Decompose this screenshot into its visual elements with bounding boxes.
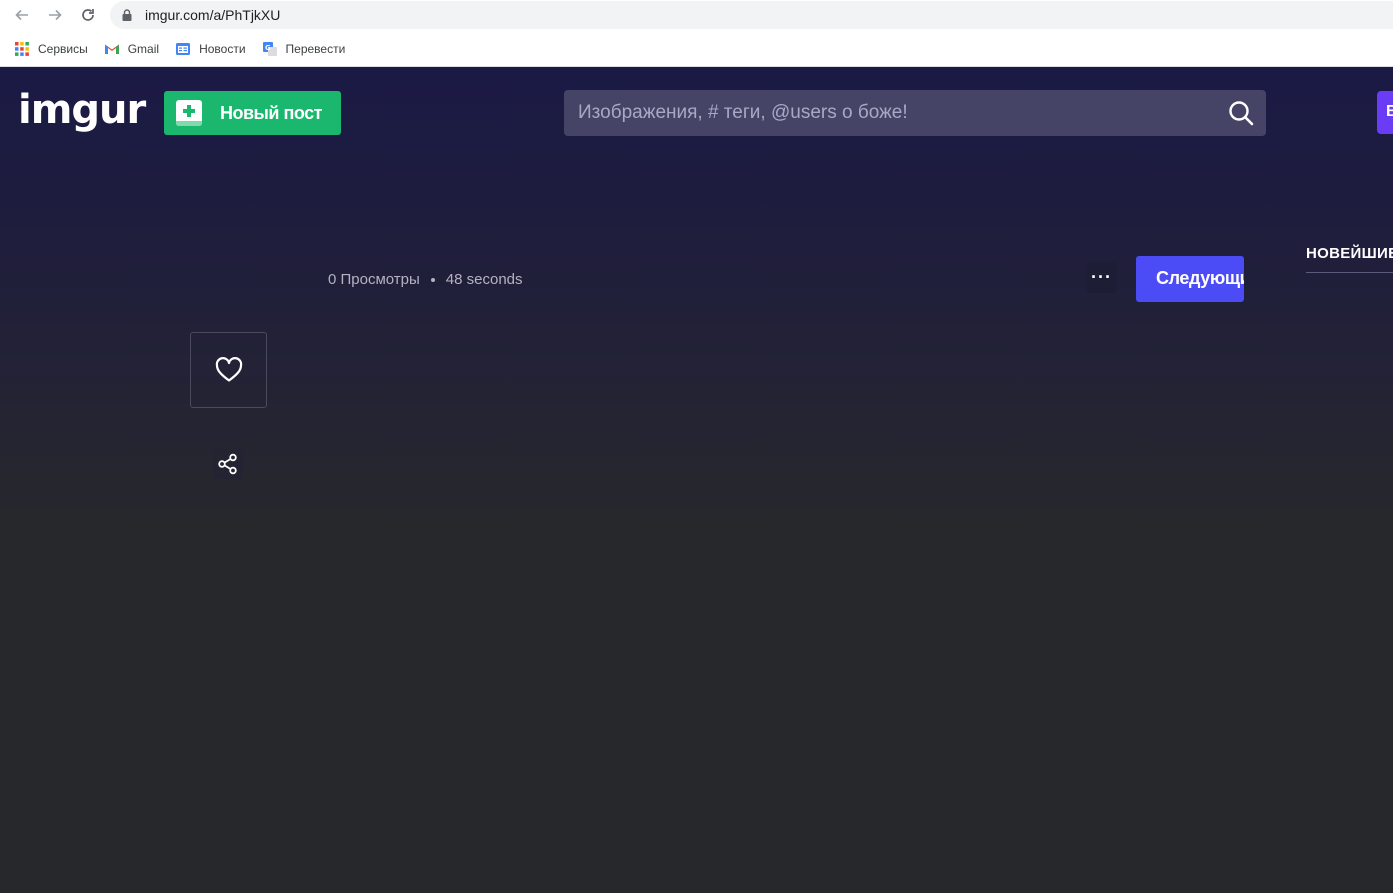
gmail-icon: [104, 41, 120, 57]
forward-arrow-icon[interactable]: [43, 4, 67, 26]
imgur-logo[interactable]: imgur: [18, 90, 146, 130]
favorite-button[interactable]: [190, 332, 267, 408]
reload-icon[interactable]: [76, 4, 100, 26]
post-meta: 0 Просмотры 48 seconds: [328, 271, 523, 288]
bookmark-label: Сервисы: [38, 41, 88, 56]
svg-text:G: G: [265, 44, 271, 52]
search-icon[interactable]: [1228, 100, 1254, 126]
google-translate-icon: G: [262, 41, 278, 57]
new-post-label: Новый пост: [220, 102, 322, 123]
google-news-icon: [175, 41, 191, 57]
next-post-button[interactable]: Следующий: [1136, 256, 1244, 302]
tab-newest[interactable]: НОВЕЙШИЕ: [1306, 245, 1393, 262]
share-button[interactable]: [213, 449, 243, 479]
search-input[interactable]: [564, 90, 1214, 136]
heart-icon: [215, 357, 242, 382]
browser-toolbar: imgur.com/a/PhTjkXU: [0, 0, 1393, 31]
bookmark-label: Gmail: [127, 41, 160, 56]
share-icon: [218, 453, 237, 475]
bookmark-gmail[interactable]: Gmail: [104, 41, 159, 57]
url-text: imgur.com/a/PhTjkXU: [145, 7, 281, 23]
bookmarks-bar: Сервисы Gmail Новости G Перевести: [0, 31, 1393, 67]
search-bar: [564, 90, 1266, 136]
bookmark-translate[interactable]: G Перевести: [262, 41, 346, 57]
lock-icon: [122, 9, 132, 21]
imgur-page: imgur Новый пост В 0 Просмотры 48 second…: [0, 67, 1393, 893]
post-time: 48 seconds: [445, 271, 523, 288]
bookmark-services[interactable]: Сервисы: [14, 41, 88, 57]
address-bar[interactable]: imgur.com/a/PhTjkXU: [110, 1, 1393, 29]
bookmark-label: Перевести: [285, 41, 346, 56]
bookmark-news[interactable]: Новости: [175, 41, 246, 57]
apps-grid-icon: [14, 41, 30, 57]
tab-underline: [1306, 272, 1393, 273]
more-options-button[interactable]: ···: [1086, 262, 1117, 293]
separator-dot: [430, 277, 435, 282]
views-count: 0 Просмотры: [328, 271, 420, 288]
new-post-button[interactable]: Новый пост: [164, 91, 341, 135]
sign-in-button[interactable]: В: [1377, 91, 1393, 134]
back-arrow-icon[interactable]: [10, 4, 34, 26]
bookmark-label: Новости: [199, 41, 246, 56]
plus-icon: [176, 100, 202, 126]
